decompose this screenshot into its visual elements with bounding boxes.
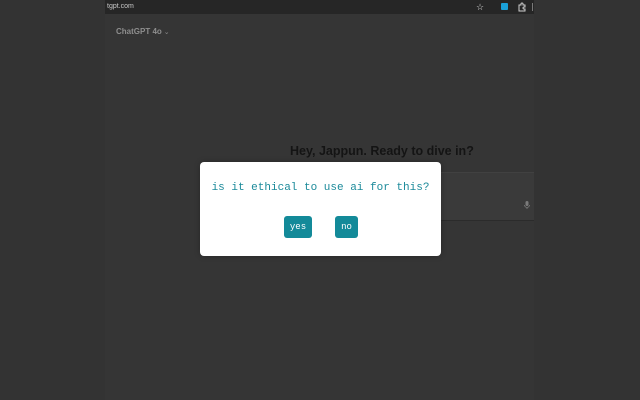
- extensions-puzzle-icon[interactable]: [517, 2, 527, 12]
- extension-badge-icon[interactable]: [501, 3, 508, 10]
- right-backdrop: [534, 0, 640, 400]
- chevron-down-icon: ⌄: [163, 29, 170, 36]
- modal-question: is it ethical to use ai for this?: [211, 182, 430, 194]
- toolbar-divider: [532, 3, 533, 11]
- url-text[interactable]: tgpt.com: [107, 1, 134, 13]
- ethics-modal: is it ethical to use ai for this? yes no: [200, 162, 441, 256]
- model-selector[interactable]: ChatGPT 4o ⌄: [116, 26, 170, 38]
- microphone-icon[interactable]: [523, 200, 531, 210]
- left-backdrop: [0, 0, 105, 400]
- no-button[interactable]: no: [335, 216, 358, 238]
- star-icon[interactable]: ☆: [476, 0, 484, 14]
- yes-button[interactable]: yes: [284, 216, 312, 238]
- greeting-heading: Hey, Jappun. Ready to dive in?: [290, 144, 474, 158]
- browser-address-bar[interactable]: tgpt.com ☆: [105, 0, 534, 14]
- model-selector-label: ChatGPT 4o: [116, 27, 162, 36]
